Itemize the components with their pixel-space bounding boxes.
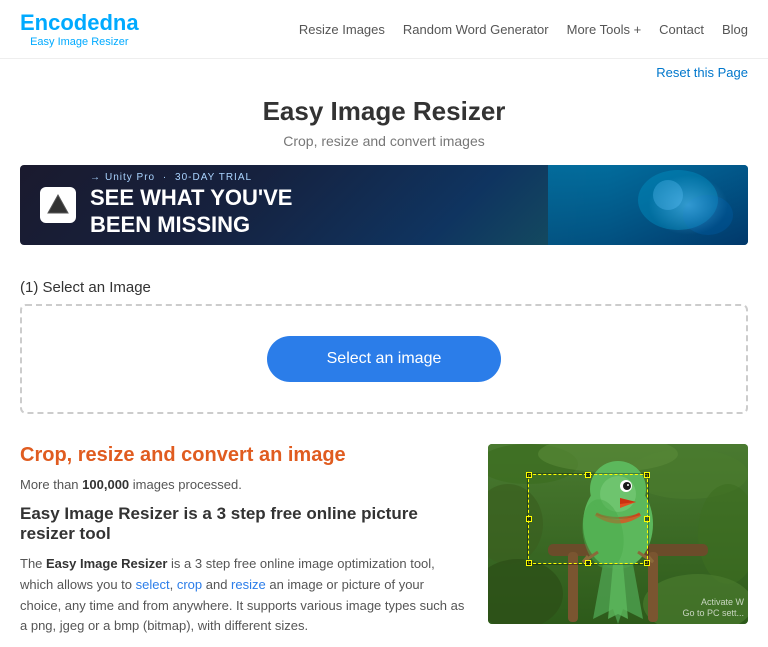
crop-handle-bm[interactable]: [585, 560, 591, 566]
content-section: Crop, resize and convert an image More t…: [0, 434, 768, 647]
description-text: The Easy Image Resizer is a 3 step free …: [20, 554, 468, 637]
upload-dropzone[interactable]: Select an image: [20, 304, 748, 414]
logo-text: Encodedna: [20, 10, 139, 36]
crop-selection: [528, 474, 648, 564]
highlight-crop: crop: [177, 577, 202, 592]
brand-name: Easy Image Resizer: [46, 556, 167, 571]
crop-handle-tm[interactable]: [585, 472, 591, 478]
crop-handle-tr[interactable]: [644, 472, 650, 478]
crop-handle-tl[interactable]: [526, 472, 532, 478]
highlight-select: select: [136, 577, 170, 592]
sub-title: Easy Image Resizer is a 3 step free onli…: [20, 504, 468, 544]
hero-section: Easy Image Resizer Crop, resize and conv…: [0, 86, 768, 165]
reset-link[interactable]: Reset this Page: [656, 65, 748, 80]
banner-text: Unity Pro · 30-DAY TRIAL SEE WHAT YOU'VE…: [90, 172, 292, 238]
main-nav: Resize Images Random Word Generator More…: [299, 22, 748, 37]
header: Encodedna Easy Image Resizer Resize Imag…: [0, 0, 768, 59]
parrot-image: Activate W Go to PC sett...: [488, 444, 748, 624]
page-title: Easy Image Resizer: [0, 96, 768, 127]
step-label: (1) Select an Image: [0, 265, 768, 304]
reset-bar: Reset this Page: [0, 59, 768, 86]
unity-logo: [40, 187, 76, 223]
processed-count: 100,000: [82, 477, 129, 492]
activate-watermark: Activate W Go to PC sett...: [682, 597, 744, 620]
logo-encode: Encode: [20, 10, 99, 35]
nav-more-tools[interactable]: More Tools +: [567, 22, 642, 37]
ad-banner[interactable]: Unity Pro · 30-DAY TRIAL SEE WHAT YOU'VE…: [20, 165, 748, 245]
content-left: Crop, resize and convert an image More t…: [20, 444, 468, 637]
logo-subtitle: Easy Image Resizer: [20, 36, 139, 48]
crop-handle-br[interactable]: [644, 560, 650, 566]
nav-blog[interactable]: Blog: [722, 22, 748, 37]
banner-headline: SEE WHAT YOU'VE BEEN MISSING: [90, 185, 292, 238]
banner-trial: Unity Pro · 30-DAY TRIAL: [90, 172, 292, 183]
logo-dna: dna: [99, 10, 138, 35]
select-image-button[interactable]: Select an image: [267, 336, 502, 382]
nav-resize-images[interactable]: Resize Images: [299, 22, 385, 37]
processed-text: More than 100,000 images processed.: [20, 477, 468, 492]
highlight-resize: resize: [231, 577, 266, 592]
nav-contact[interactable]: Contact: [659, 22, 704, 37]
nav-random-word[interactable]: Random Word Generator: [403, 22, 549, 37]
section-title: Crop, resize and convert an image: [20, 444, 468, 467]
page-subtitle: Crop, resize and convert images: [0, 133, 768, 149]
logo: Encodedna Easy Image Resizer: [20, 10, 139, 48]
crop-handle-ml[interactable]: [526, 516, 532, 522]
banner-image: [548, 165, 748, 245]
crop-handle-mr[interactable]: [644, 516, 650, 522]
content-right: Activate W Go to PC sett...: [488, 444, 748, 637]
crop-handle-bl[interactable]: [526, 560, 532, 566]
